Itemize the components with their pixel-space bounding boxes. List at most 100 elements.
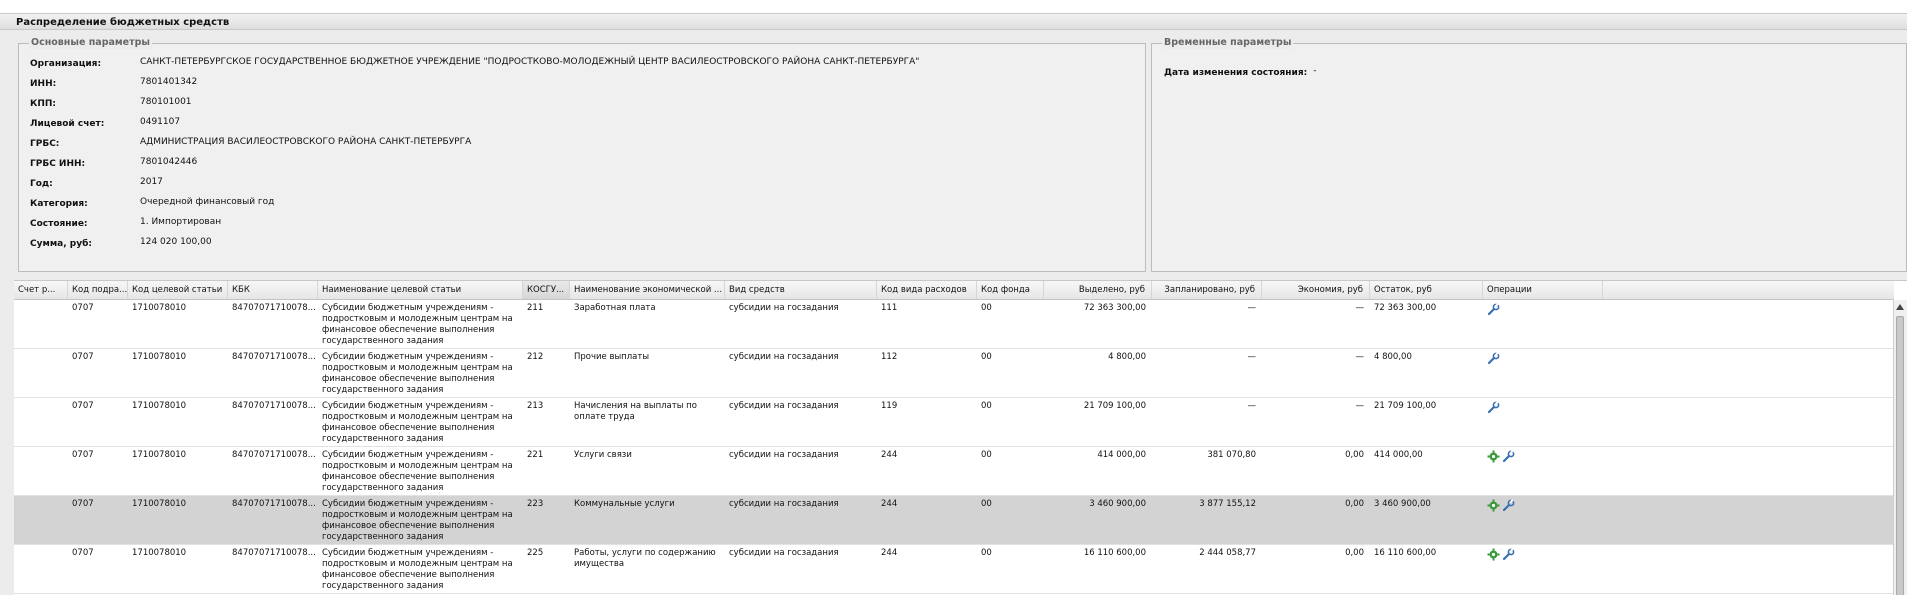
gear-icon[interactable]: [1487, 450, 1500, 463]
field-value: АДМИНИСТРАЦИЯ ВАСИЛЕОСТРОВСКОГО РАЙОНА С…: [140, 137, 472, 147]
field-row: ГРБС: АДМИНИСТРАЦИЯ ВАСИЛЕОСТРОВСКОГО РАЙ…: [30, 137, 471, 151]
grid-header: Счет р... Код подра... Код целевой статьи К…: [14, 281, 1894, 300]
field-value: 2017: [140, 177, 163, 187]
scroll-thumb[interactable]: [1896, 316, 1904, 595]
cell-fund-code: 00: [981, 352, 992, 362]
table-row[interactable]: 0707 1710078010 84707071710078... Субсидии …: [14, 545, 1894, 594]
table-row[interactable]: 0707 1710078010 84707071710078... Субсидии …: [14, 447, 1894, 496]
cell-operations: [1487, 352, 1502, 366]
header-col-account[interactable]: Счет р...: [14, 281, 68, 299]
header-col-econ-name[interactable]: Наименование экономической ...: [570, 281, 725, 299]
cell-fund-code: 00: [981, 401, 992, 411]
cell-target-code: 1710078010: [132, 401, 187, 411]
cell-remainder: 21 709 100,00: [1374, 401, 1437, 411]
header-col-economy[interactable]: Экономия, руб: [1262, 281, 1370, 299]
cell-kbk: 84707071710078...: [232, 352, 316, 362]
header-col-expense-code[interactable]: Код вида расходов: [877, 281, 977, 299]
cell-target-code: 1710078010: [132, 303, 187, 313]
cell-dept-code: 0707: [72, 450, 94, 460]
field-row: Лицевой счет: 0491107: [30, 117, 180, 131]
cell-remainder: 414 000,00: [1374, 450, 1423, 460]
field-row: Год: 2017: [30, 177, 163, 191]
header-col-dept-code[interactable]: Код подра...: [68, 281, 128, 299]
cell-target-name: Субсидии бюджетным учреждениям - подрост…: [322, 499, 513, 542]
field-label: ГРБС:: [30, 139, 60, 149]
cell-dept-code: 0707: [72, 352, 94, 362]
cell-remainder: 16 110 600,00: [1374, 548, 1437, 558]
cell-planned: —: [1247, 303, 1257, 313]
cell-remainder: 3 460 900,00: [1374, 499, 1431, 509]
cell-operations: [1487, 450, 1517, 464]
cell-planned: —: [1247, 401, 1257, 411]
cell-kbk: 84707071710078...: [232, 499, 316, 509]
cell-operations: [1487, 303, 1502, 317]
field-label: Год:: [30, 179, 53, 189]
cell-allocated: 414 000,00: [1097, 450, 1146, 460]
header-col-fund-code[interactable]: Код фонда: [977, 281, 1044, 299]
cell-economy: —: [1355, 352, 1365, 362]
cell-operations: [1487, 499, 1517, 513]
header-col-target-code[interactable]: Код целевой статьи: [128, 281, 228, 299]
cell-target-code: 1710078010: [132, 548, 187, 558]
cell-economy: —: [1355, 303, 1365, 313]
wrench-icon[interactable]: [1502, 548, 1515, 561]
cell-kosgu: 225: [527, 548, 544, 558]
field-row: Состояние: 1. Импортирован: [30, 217, 221, 231]
cell-economy: 0,00: [1345, 450, 1364, 460]
wrench-icon[interactable]: [1487, 401, 1500, 414]
field-label: ГРБС ИНН:: [30, 159, 86, 169]
cell-target-code: 1710078010: [132, 499, 187, 509]
main-params-fieldset: Основные параметры Организация: САНКТ-ПЕТ…: [18, 37, 1146, 272]
budget-grid: Счет р... Код подра... Код целевой статьи К…: [14, 280, 1907, 595]
scroll-up-arrow[interactable]: [1896, 304, 1904, 310]
cell-econ-name: Заработная плата: [574, 303, 656, 313]
wrench-icon[interactable]: [1487, 352, 1500, 365]
cell-economy: 0,00: [1345, 499, 1364, 509]
header-col-planned[interactable]: Запланировано, руб: [1152, 281, 1262, 299]
wrench-icon[interactable]: [1502, 499, 1515, 512]
cell-fund-code: 00: [981, 303, 992, 313]
cell-target-name: Субсидии бюджетным учреждениям - подрост…: [322, 548, 513, 591]
header-col-target-name[interactable]: Наименование целевой статьи: [318, 281, 523, 299]
header-col-kbk[interactable]: КБК: [228, 281, 318, 299]
header-col-kosgu[interactable]: КОСГУ...: [523, 281, 570, 299]
cell-kosgu: 213: [527, 401, 544, 411]
cell-expense-code: 111: [881, 303, 898, 313]
header-col-allocated[interactable]: Выделено, руб: [1044, 281, 1152, 299]
wrench-icon[interactable]: [1502, 450, 1515, 463]
vertical-scrollbar[interactable]: [1893, 300, 1907, 595]
gear-icon[interactable]: [1487, 548, 1500, 561]
cell-dept-code: 0707: [72, 303, 94, 313]
field-value: -: [1313, 66, 1317, 76]
table-row[interactable]: 0707 1710078010 84707071710078... Субсидии …: [14, 398, 1894, 447]
field-row: КПП: 780101001: [30, 97, 192, 111]
field-label: Категория:: [30, 199, 88, 209]
cell-dept-code: 0707: [72, 499, 94, 509]
cell-allocated: 16 110 600,00: [1083, 548, 1146, 558]
cell-target-name: Субсидии бюджетным учреждениям - подрост…: [322, 401, 513, 444]
gear-icon[interactable]: [1487, 499, 1500, 512]
cell-kosgu: 211: [527, 303, 544, 313]
cell-fund-type: субсидии на госзадания: [729, 401, 839, 411]
table-row[interactable]: 0707 1710078010 84707071710078... Субсидии …: [14, 300, 1894, 349]
field-label: КПП:: [30, 99, 57, 109]
field-value: 780101001: [140, 97, 192, 107]
table-row[interactable]: 0707 1710078010 84707071710078... Субсидии …: [14, 349, 1894, 398]
cell-dept-code: 0707: [72, 401, 94, 411]
time-params-fieldset: Временные параметры Дата изменения состо…: [1151, 37, 1907, 272]
header-col-operations[interactable]: Операции: [1483, 281, 1603, 299]
cell-kosgu: 212: [527, 352, 544, 362]
field-label: Организация:: [30, 59, 102, 69]
cell-target-name: Субсидии бюджетным учреждениям - подрост…: [322, 352, 513, 395]
panel-title: Распределение бюджетных средств: [0, 13, 1907, 30]
cell-target-code: 1710078010: [132, 450, 187, 460]
cell-fund-type: субсидии на госзадания: [729, 499, 839, 509]
wrench-icon[interactable]: [1487, 303, 1500, 316]
table-row[interactable]: 0707 1710078010 84707071710078... Субсидии …: [14, 496, 1894, 545]
field-row: ИНН: 7801401342: [30, 77, 197, 91]
header-col-remainder[interactable]: Остаток, руб: [1370, 281, 1483, 299]
header-col-fund-type[interactable]: Вид средств: [725, 281, 877, 299]
grid-body: 0707 1710078010 84707071710078... Субсидии …: [14, 300, 1894, 595]
cell-fund-type: субсидии на госзадания: [729, 450, 839, 460]
main-params-legend: Основные параметры: [29, 37, 153, 49]
